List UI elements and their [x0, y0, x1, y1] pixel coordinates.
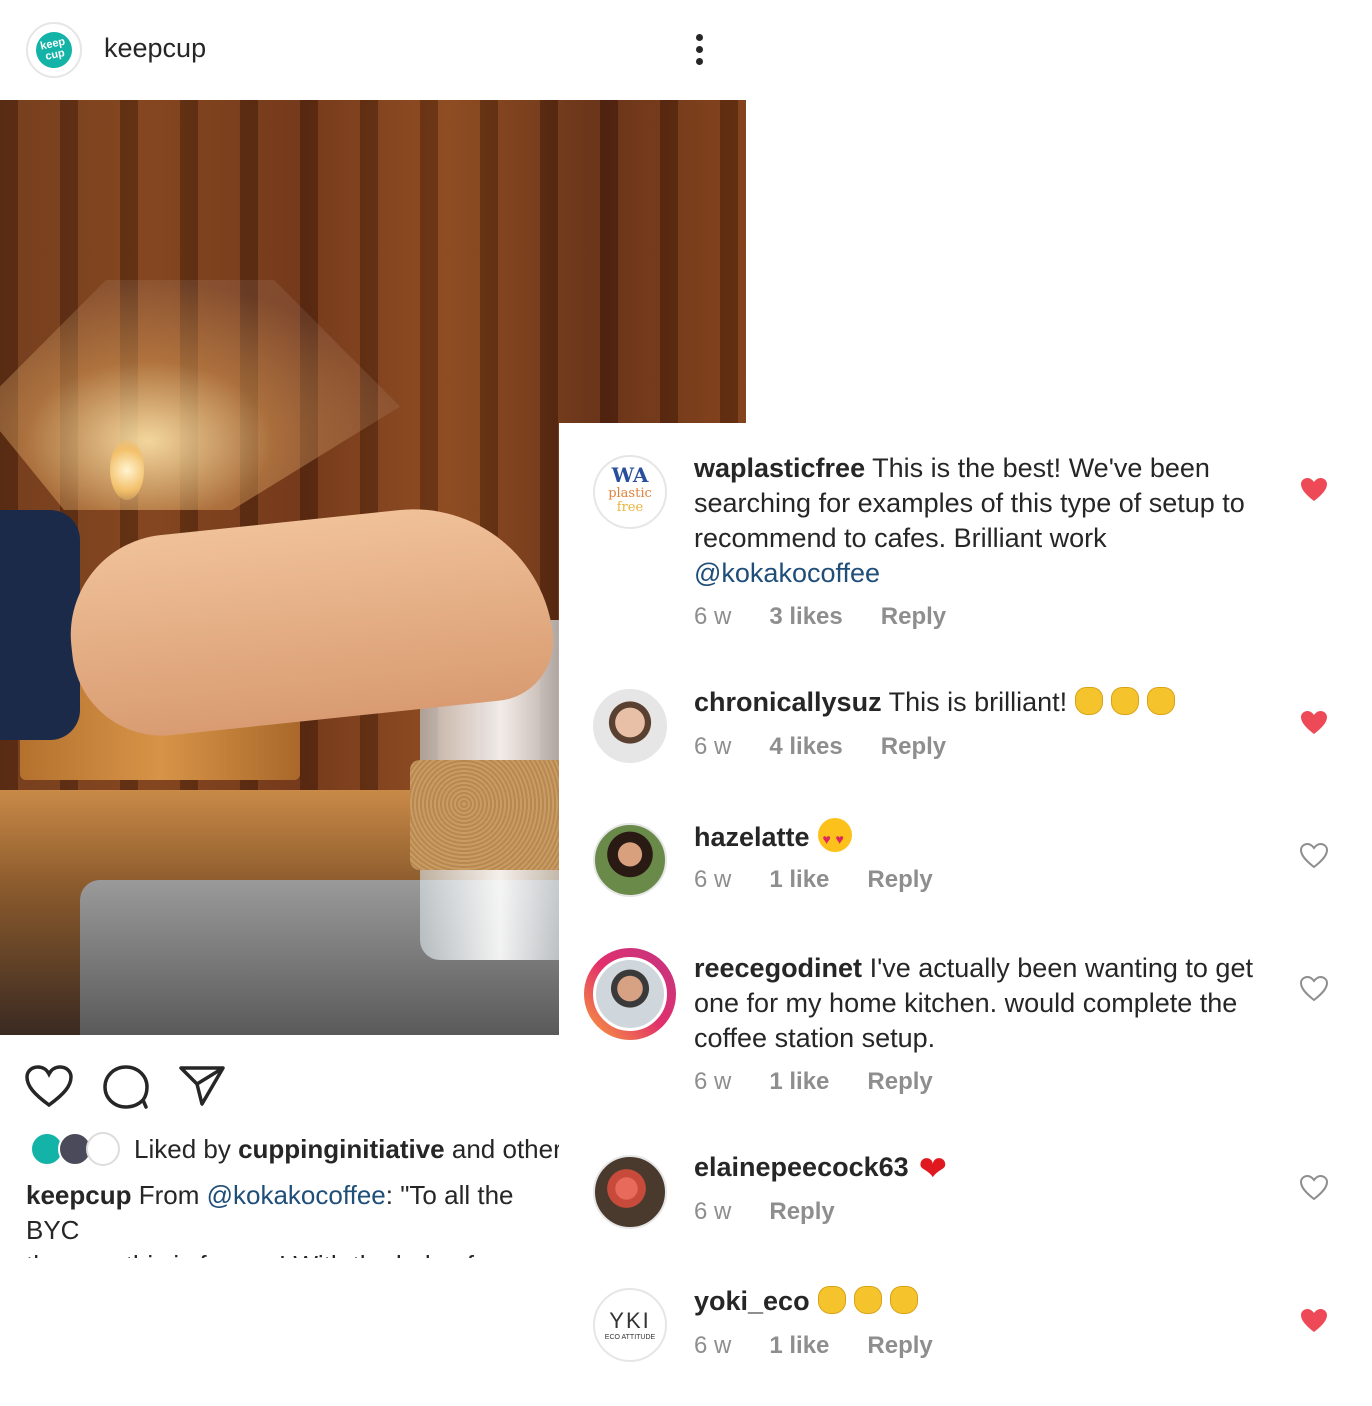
post-header: keep cup keepcup	[0, 0, 746, 100]
avatar[interactable]: YKI ECO ATTITUDE	[593, 1288, 667, 1362]
reply-button[interactable]: Reply	[769, 1198, 834, 1225]
avatar[interactable]	[593, 823, 667, 897]
clapping-hands-icon	[1075, 687, 1104, 715]
comment-body: hazelatte	[694, 818, 1284, 857]
comment-likes[interactable]: 4 likes	[769, 733, 842, 760]
red-heart-icon: ❤	[918, 1150, 948, 1188]
heart-icon[interactable]	[1300, 976, 1328, 1002]
comment-time: 6 w	[694, 866, 732, 893]
avatar-text: plastic	[608, 486, 652, 501]
reply-button[interactable]: Reply	[867, 1068, 932, 1095]
heart-icon[interactable]	[1300, 710, 1328, 736]
liked-by-prefix: Liked by	[134, 1134, 239, 1164]
clapping-hands-icon	[1111, 687, 1140, 715]
heart-icon[interactable]	[1300, 1175, 1328, 1201]
caption-username[interactable]: keepcup	[26, 1180, 132, 1210]
avatar-text: free	[616, 500, 644, 515]
comments-panel: WA plastic free waplasticfree This is th…	[559, 423, 1372, 1406]
heart-icon[interactable]	[1300, 843, 1328, 869]
reply-button[interactable]: Reply	[867, 1332, 932, 1359]
liked-by-user[interactable]: cuppinginitiative	[238, 1134, 445, 1164]
sleeve	[0, 510, 80, 740]
comment-meta: 6 w Reply	[694, 1198, 873, 1226]
comment-icon[interactable]	[102, 1064, 150, 1110]
reply-button[interactable]: Reply	[881, 733, 946, 760]
comment-time: 6 w	[694, 733, 732, 760]
caption-mention[interactable]: @kokakocoffee	[207, 1180, 386, 1210]
liker-avatar	[86, 1132, 120, 1166]
comment-meta: 6 w 1 like Reply	[694, 1068, 971, 1096]
post-caption: keepcup From @kokakocoffee: "To all the …	[26, 1178, 560, 1258]
more-options-icon[interactable]	[690, 30, 710, 70]
comment-meta: 6 w 4 likes Reply	[694, 733, 984, 761]
clapping-hands-icon	[889, 1286, 918, 1314]
liked-by-suffix: and other	[444, 1134, 560, 1164]
caption-from: From	[131, 1180, 207, 1210]
comment-username[interactable]: yoki_eco	[694, 1286, 810, 1316]
comment-time: 6 w	[694, 1068, 732, 1095]
heart-icon[interactable]	[1300, 1308, 1328, 1334]
post-username[interactable]: keepcup	[104, 33, 206, 64]
like-icon[interactable]	[24, 1064, 74, 1108]
clapping-hands-icon	[853, 1286, 882, 1314]
comment-likes[interactable]: 3 likes	[769, 603, 842, 630]
share-icon[interactable]	[178, 1064, 226, 1108]
comment-time: 6 w	[694, 603, 732, 630]
account-avatar[interactable]: keep cup	[26, 22, 82, 78]
comment-text: This is brilliant!	[881, 687, 1068, 717]
comment-username[interactable]: hazelatte	[694, 822, 810, 852]
comment-meta: 6 w 1 like Reply	[694, 866, 971, 894]
comment-mention[interactable]: @kokakocoffee	[694, 558, 880, 588]
avatar-text: YKI	[609, 1308, 651, 1333]
comment-likes[interactable]: 1 like	[769, 1332, 829, 1359]
clapping-hands-icon	[817, 1286, 846, 1314]
liked-by[interactable]: Liked by cuppinginitiative and other	[30, 1128, 560, 1170]
comment-username[interactable]: elainepeecock63	[694, 1152, 909, 1182]
heart-eyes-icon	[817, 818, 852, 857]
caption-text-2: there — this is for you! With the help o…	[26, 1250, 519, 1258]
comment-likes[interactable]: 1 like	[769, 866, 829, 893]
liked-by-text: Liked by cuppinginitiative and other	[134, 1134, 560, 1165]
comment-body: yoki_eco	[694, 1284, 1284, 1319]
keepcup-logo: keep cup	[32, 28, 76, 72]
clapping-hands-icon	[1147, 687, 1176, 715]
comment-time: 6 w	[694, 1198, 732, 1225]
comment-likes[interactable]: 1 like	[769, 1068, 829, 1095]
avatar[interactable]	[593, 689, 667, 763]
avatar[interactable]	[593, 957, 667, 1031]
comment-time: 6 w	[694, 1332, 732, 1359]
avatar[interactable]	[593, 1155, 667, 1229]
comment-username[interactable]: chronicallysuz	[694, 687, 882, 717]
comment-meta: 6 w 3 likes Reply	[694, 603, 984, 631]
comment-body: reecegodinet I've actually been wanting …	[694, 951, 1254, 1056]
reply-button[interactable]: Reply	[867, 866, 932, 893]
comment-meta: 6 w 1 like Reply	[694, 1332, 971, 1360]
post-actions	[0, 1050, 560, 1120]
heart-icon[interactable]	[1300, 477, 1328, 503]
comment-username[interactable]: waplasticfree	[694, 453, 865, 483]
avatar-text: WA	[611, 463, 649, 487]
comment-username[interactable]: reecegodinet	[694, 953, 862, 983]
comment-body: elainepeecock63 ❤	[694, 1150, 1284, 1187]
comment-body: chronicallysuz This is brilliant!	[694, 685, 1284, 720]
avatar[interactable]: WA plastic free	[593, 455, 667, 529]
comment-body: waplasticfree This is the best! We've be…	[694, 451, 1284, 591]
reply-button[interactable]: Reply	[881, 603, 946, 630]
avatar-text: ECO ATTITUDE	[604, 1334, 656, 1341]
lamp-bulb	[110, 440, 144, 500]
